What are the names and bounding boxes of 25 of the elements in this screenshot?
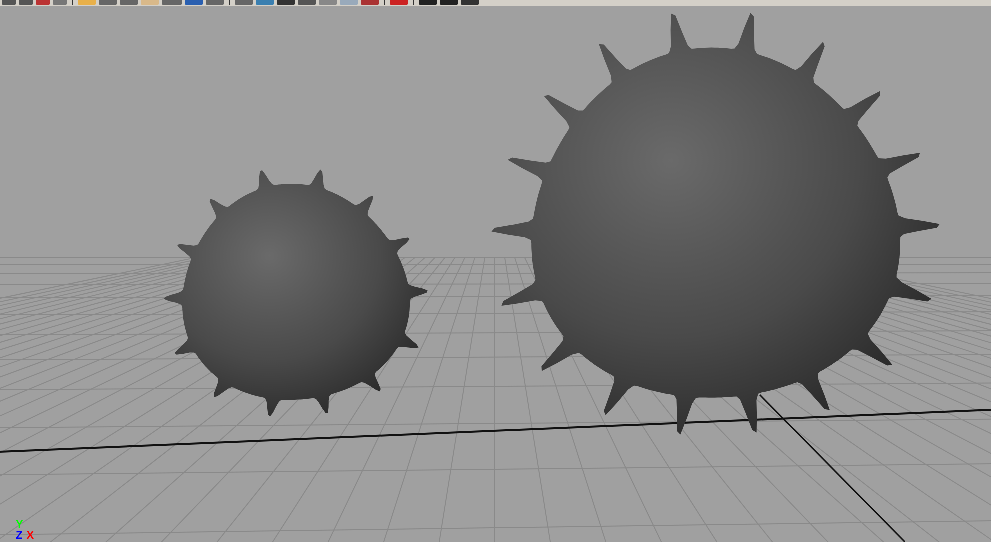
toolbar-icon[interactable] (19, 0, 33, 5)
toolbar-icon[interactable] (206, 0, 224, 5)
toolbar-icon[interactable] (390, 0, 408, 5)
axis-label: Y (16, 520, 24, 531)
toolbar-icon[interactable] (2, 0, 16, 5)
toolbar-icon[interactable] (36, 0, 50, 5)
toolbar-icon[interactable] (298, 0, 316, 5)
toolbar-icon[interactable] (440, 0, 458, 5)
toolbar-icon[interactable] (162, 0, 182, 5)
toolbar-icon[interactable] (277, 0, 295, 5)
toolbar-icon[interactable] (99, 0, 117, 5)
toolbar-icon[interactable] (120, 0, 138, 5)
axis-label: Z (16, 531, 23, 542)
toolbar-icon[interactable] (53, 0, 67, 5)
axis-label: X (26, 531, 34, 542)
toolbar-icon[interactable] (419, 0, 437, 5)
toolbar-icon[interactable] (461, 0, 479, 5)
toolbar-icon[interactable] (256, 0, 274, 5)
toolbar-icon[interactable] (185, 0, 203, 5)
toolbar-icon[interactable] (78, 0, 96, 5)
toolbar-icon[interactable] (340, 0, 358, 5)
toolbar-icon[interactable] (235, 0, 253, 5)
toolbar-icon[interactable] (141, 0, 159, 5)
toolbar-icon[interactable] (319, 0, 337, 5)
toolbar-icon[interactable] (361, 0, 379, 5)
